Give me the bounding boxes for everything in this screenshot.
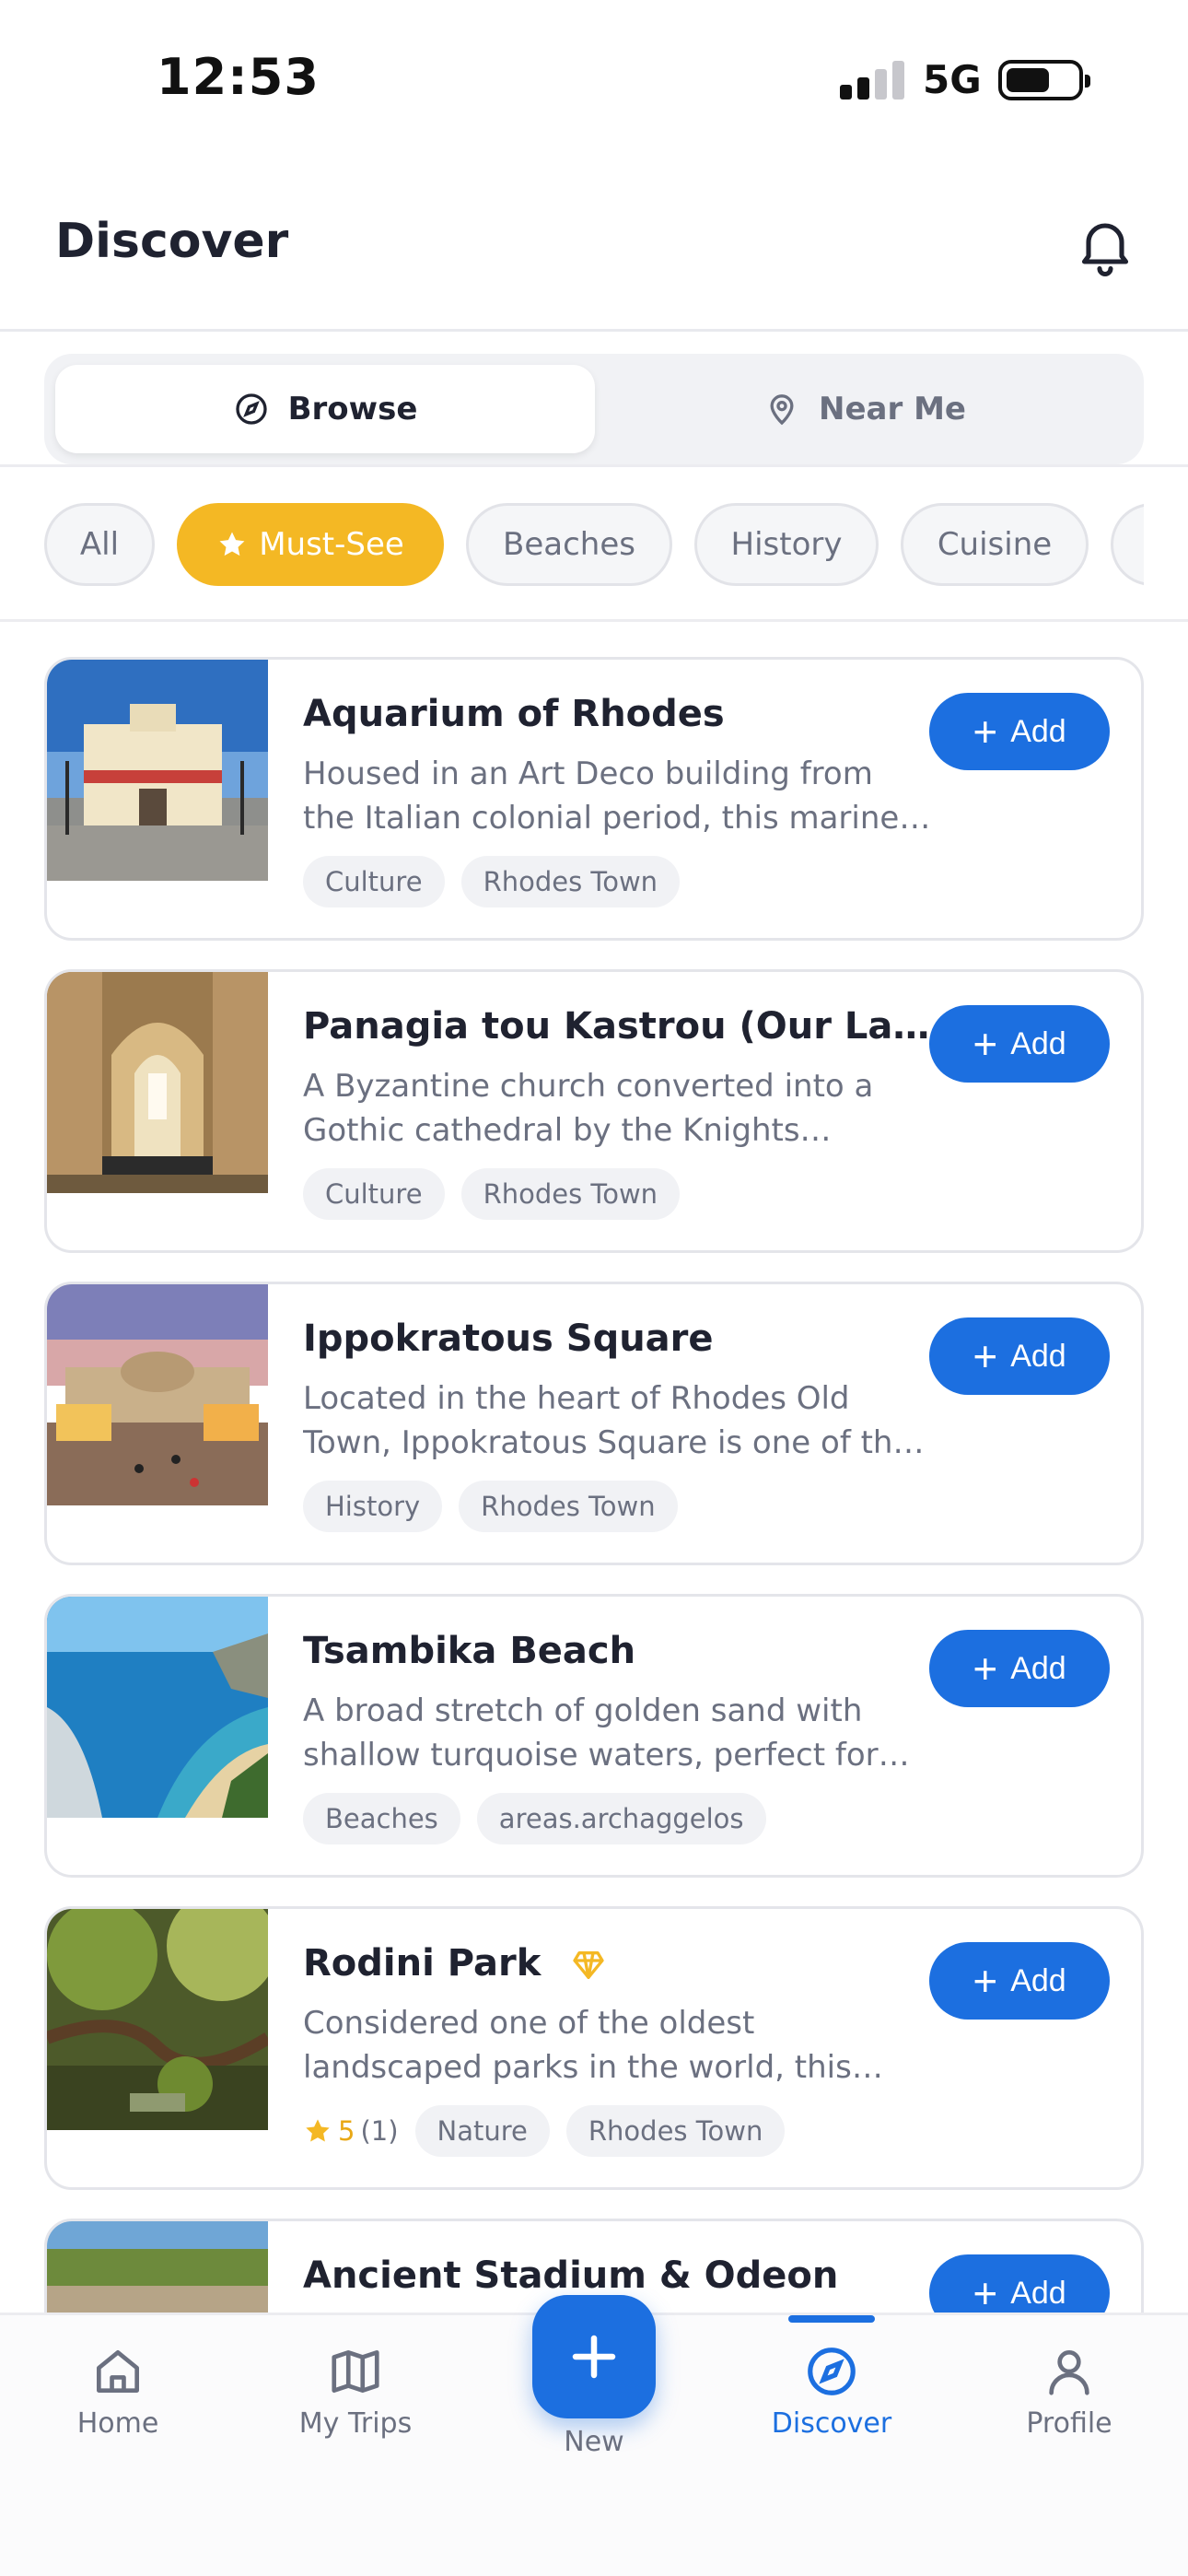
rating-count: (1) [360, 2115, 399, 2147]
bottom-tab-bar: Home My Trips New Discover Profile [0, 2295, 1188, 2576]
tag: History [303, 1481, 443, 1532]
tab-browse[interactable]: Browse [55, 365, 595, 453]
place-tags: History Rhodes Town [303, 1480, 678, 1533]
star-icon [219, 532, 245, 556]
new-label: New [564, 2426, 624, 2458]
place-description: Located in the heart of Rhodes Old Town,… [303, 1380, 925, 1461]
tag: Culture [303, 1168, 445, 1220]
place-title: Ippokratous Square [303, 1317, 714, 1360]
add-button[interactable]: + Add [929, 1317, 1110, 1395]
map-pin-icon [770, 394, 794, 426]
rating-value: 5 [338, 2115, 355, 2147]
tab-discover[interactable]: Discover [740, 2343, 924, 2472]
place-title: Aquarium of Rhodes [303, 693, 725, 735]
chip-history[interactable]: History [694, 503, 879, 586]
place-card[interactable]: Aquarium of Rhodes Housed in an Art Deco… [44, 657, 1144, 941]
filter-chips: All Must-See Beaches History Cuisine [44, 503, 1144, 586]
place-description: Housed in an Art Deco building from the … [303, 755, 931, 837]
place-title: Tsambika Beach [303, 1630, 636, 1672]
battery-icon [998, 60, 1090, 100]
plus-icon: + [973, 1020, 998, 1068]
place-card[interactable]: Panagia tou Kastrou (Our Lady … A Byzant… [44, 969, 1144, 1253]
user-icon [1049, 2350, 1089, 2395]
page-header: Discover [0, 184, 1188, 332]
rating: 5 (1) [303, 2115, 399, 2147]
tag: areas.archaggelos [476, 1793, 766, 1844]
place-tags: Culture Rhodes Town [303, 1167, 681, 1221]
chip-all[interactable]: All [44, 503, 155, 586]
plus-icon: + [973, 1645, 998, 1692]
add-button[interactable]: + Add [929, 1630, 1110, 1707]
place-photo [47, 1597, 268, 1818]
map-icon [332, 2350, 379, 2393]
tab-near-me-label: Near Me [819, 391, 966, 427]
compass-icon [235, 393, 267, 425]
plus-icon: + [973, 708, 998, 755]
place-title: Ancient Stadium & Odeon [303, 2254, 839, 2297]
place-description: A Byzantine church converted into a Goth… [303, 1068, 874, 1149]
place-photo [47, 1284, 268, 1505]
plus-icon [572, 2335, 616, 2379]
page-title: Discover [55, 214, 289, 269]
plus-icon: + [973, 1332, 998, 1380]
place-title: Panagia tou Kastrou (Our Lady … [303, 1005, 948, 1048]
status-bar: 12:53 5G [0, 0, 1188, 157]
gem-icon [573, 1951, 604, 1979]
place-card[interactable]: Tsambika Beach A broad stretch of golden… [44, 1594, 1144, 1878]
place-card[interactable]: Rodini Park Considered one of the oldest… [44, 1906, 1144, 2190]
place-photo [47, 972, 268, 1193]
tag: Rhodes Town [459, 1481, 678, 1532]
home-icon [97, 2350, 139, 2393]
bell-icon[interactable] [1072, 212, 1138, 278]
place-title: Rodini Park [303, 1942, 948, 1985]
place-description: Considered one of the oldest landscaped … [303, 2005, 883, 2086]
compass-icon [808, 2348, 856, 2395]
tag: Rhodes Town [460, 1168, 681, 1220]
place-tags: Beaches areas.archaggelos [303, 1792, 766, 1845]
place-photo [47, 1909, 268, 2130]
signal-icon [840, 61, 904, 100]
tag: Nature [414, 2105, 550, 2157]
place-card[interactable]: Ippokratous Square Located in the heart … [44, 1282, 1144, 1565]
place-photo [47, 2221, 268, 2313]
plus-icon: + [973, 2269, 998, 2313]
plus-icon: + [973, 1957, 998, 2005]
chip-beaches[interactable]: Beaches [466, 503, 672, 586]
new-button[interactable] [532, 2295, 656, 2418]
place-tags: 5 (1) Nature Rhodes Town [303, 2104, 786, 2158]
tag: Rhodes Town [565, 2105, 786, 2157]
tag: Beaches [303, 1793, 460, 1844]
place-photo [47, 660, 268, 881]
view-toggle: Browse Near Me [44, 354, 1144, 464]
star-icon [306, 2119, 330, 2142]
place-tags: Culture Rhodes Town [303, 855, 681, 908]
add-button[interactable]: + Add [929, 1942, 1110, 2020]
chip-cuisine[interactable]: Cuisine [901, 503, 1089, 586]
add-button[interactable]: + Add [929, 1005, 1110, 1083]
active-tab-indicator [788, 2315, 875, 2323]
places-list[interactable]: Aquarium of Rhodes Housed in an Art Deco… [0, 622, 1188, 2313]
tag: Culture [303, 856, 445, 907]
add-button[interactable]: + Add [929, 2254, 1110, 2313]
tab-my-trips[interactable]: My Trips [263, 2343, 448, 2472]
tab-browse-label: Browse [287, 391, 418, 427]
place-description: A broad stretch of golden sand with shal… [303, 1692, 910, 1774]
network-label: 5G [923, 57, 982, 102]
tag: Rhodes Town [460, 856, 681, 907]
tab-near-me[interactable]: Near Me [595, 365, 1135, 453]
status-time: 12:53 [157, 48, 320, 106]
chip-must-see[interactable]: Must-See [177, 503, 444, 586]
tab-home[interactable]: Home [26, 2343, 210, 2472]
divider [0, 464, 1188, 467]
chip-more[interactable] [1111, 503, 1144, 586]
add-button[interactable]: + Add [929, 693, 1110, 770]
tab-profile[interactable]: Profile [977, 2343, 1161, 2472]
